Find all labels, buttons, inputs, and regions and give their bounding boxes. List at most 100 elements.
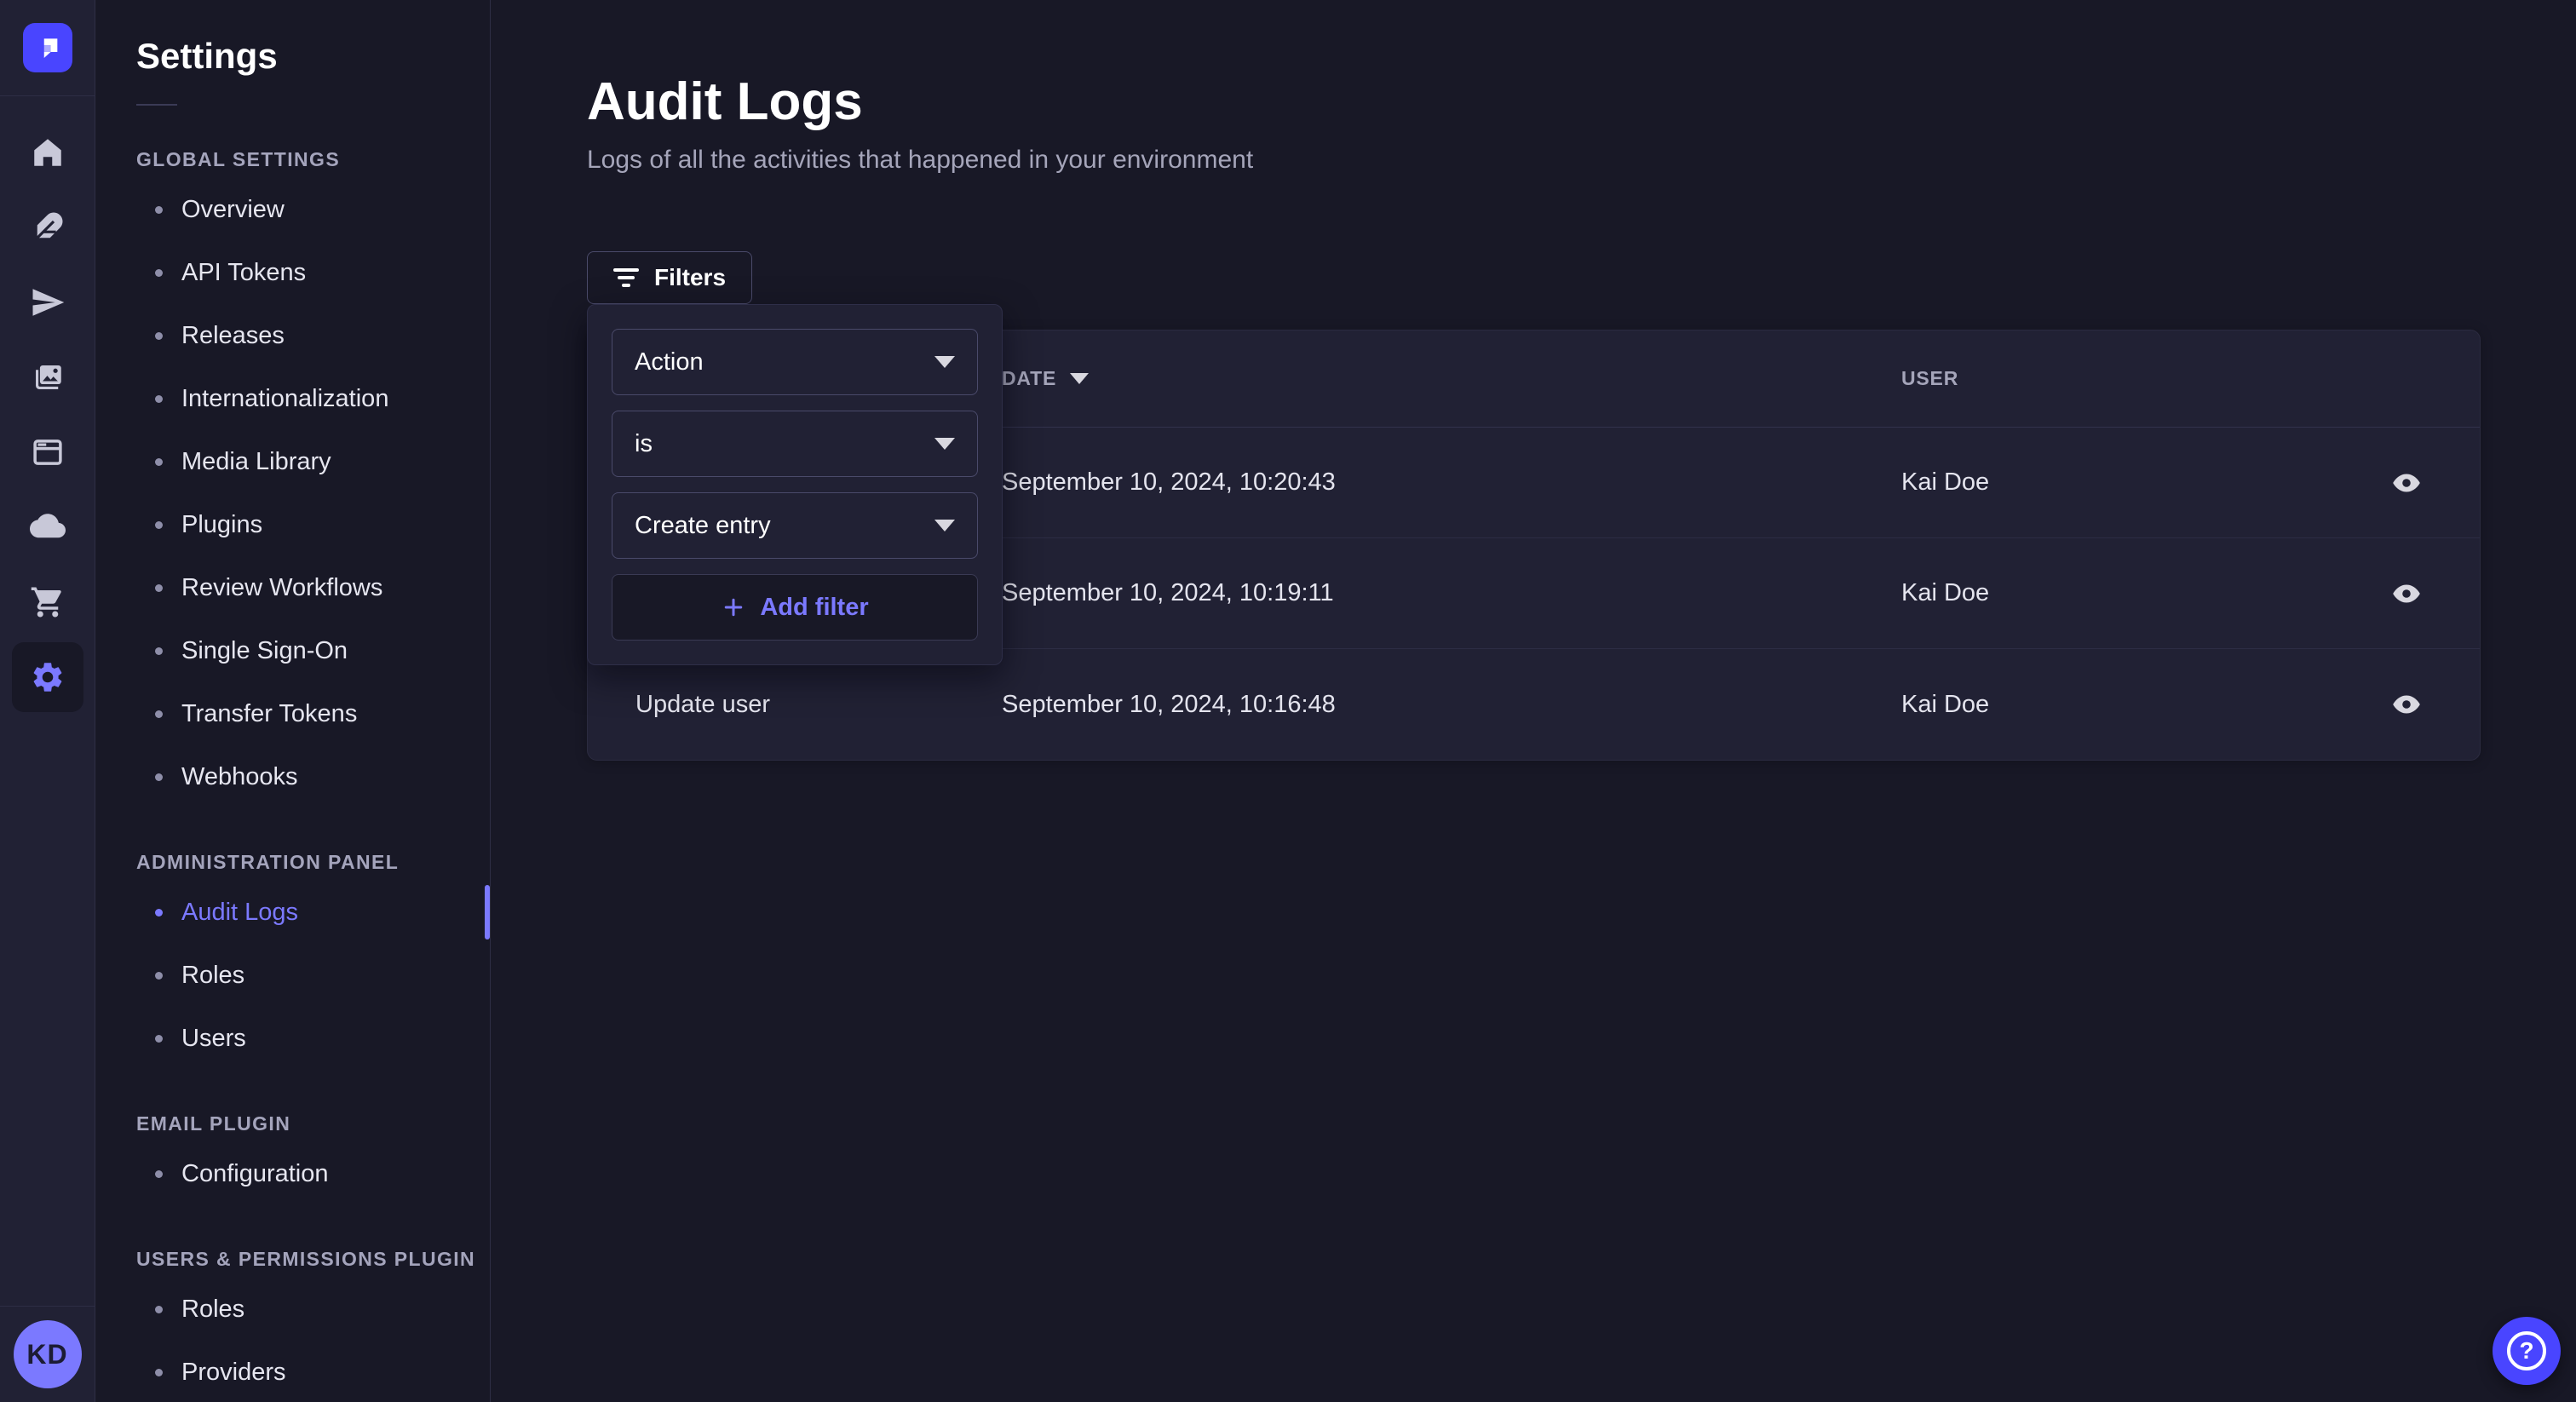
cell-action: Update user — [635, 691, 1002, 719]
bullet-icon — [155, 584, 163, 592]
nav-media-library[interactable] — [0, 340, 95, 415]
nav-marketplace[interactable] — [0, 565, 95, 640]
sidebar-item-label: Audit Logs — [181, 899, 298, 927]
feather-icon — [30, 210, 66, 245]
sidebar-item-up-providers[interactable]: Providers — [136, 1341, 490, 1402]
header-date[interactable]: DATE — [1002, 367, 1901, 390]
settings-sidebar: Settings GLOBAL SETTINGS Overview API To… — [95, 0, 491, 1402]
nav-content-manager[interactable] — [0, 415, 95, 490]
nav-deploy[interactable] — [0, 265, 95, 340]
sidebar-item-overview[interactable]: Overview — [136, 178, 490, 241]
add-filter-button[interactable]: Add filter — [612, 574, 978, 641]
sidebar-item-admin-roles[interactable]: Roles — [136, 944, 490, 1007]
sidebar-item-label: Single Sign-On — [181, 637, 348, 665]
sidebar-item-label: Configuration — [181, 1160, 329, 1188]
view-log-button[interactable] — [2381, 568, 2432, 619]
header-date-label: DATE — [1002, 367, 1056, 390]
nav-settings[interactable] — [0, 640, 95, 715]
nav-content-type-builder[interactable] — [0, 190, 95, 265]
app-root: KD Settings GLOBAL SETTINGS Overview API… — [0, 0, 2576, 1402]
bullet-icon — [155, 647, 163, 655]
bullet-icon — [155, 773, 163, 781]
cell-user: Kai Doe — [1901, 579, 2350, 607]
cell-user: Kai Doe — [1901, 468, 2350, 497]
sidebar-item-configuration[interactable]: Configuration — [136, 1142, 490, 1205]
sidebar-item-label: Roles — [181, 962, 244, 990]
section-email-plugin: EMAIL PLUGIN — [136, 1112, 490, 1135]
nav-cloud[interactable] — [0, 490, 95, 565]
sidebar-item-api-tokens[interactable]: API Tokens — [136, 241, 490, 304]
main-content: Audit Logs Logs of all the activities th… — [491, 0, 2576, 1402]
logo-area[interactable] — [0, 0, 95, 96]
active-nav-tile — [12, 642, 83, 712]
sidebar-item-admin-users[interactable]: Users — [136, 1007, 490, 1070]
sidebar-title: Settings — [136, 36, 490, 77]
layout-icon — [30, 434, 66, 470]
global-settings-list: Overview API Tokens Releases Internation… — [136, 178, 490, 808]
sidebar-item-review-workflows[interactable]: Review Workflows — [136, 556, 490, 619]
section-global-settings: GLOBAL SETTINGS — [136, 148, 490, 171]
eye-icon — [2391, 468, 2422, 498]
cloud-icon — [30, 509, 66, 545]
cart-icon — [30, 584, 66, 620]
sidebar-item-label: Internationalization — [181, 385, 388, 413]
add-filter-label: Add filter — [760, 594, 868, 622]
question-mark-icon: ? — [2507, 1331, 2546, 1370]
filter-value-value: Create entry — [635, 512, 771, 540]
sidebar-item-audit-logs[interactable]: Audit Logs — [136, 881, 490, 944]
sidebar-item-media-library[interactable]: Media Library — [136, 430, 490, 493]
sidebar-item-single-sign-on[interactable]: Single Sign-On — [136, 619, 490, 682]
cell-date: September 10, 2024, 10:19:11 — [1002, 579, 1901, 607]
sidebar-item-label: Providers — [181, 1359, 286, 1387]
plus-icon — [721, 595, 746, 620]
eye-icon — [2391, 578, 2422, 609]
chevron-down-icon — [934, 356, 955, 368]
cell-user: Kai Doe — [1901, 691, 2350, 719]
sidebar-item-label: Releases — [181, 322, 285, 350]
paper-plane-icon — [30, 284, 66, 320]
sidebar-item-label: Media Library — [181, 448, 331, 476]
filter-operator-value: is — [635, 430, 653, 458]
filter-icon — [613, 268, 639, 287]
sidebar-item-webhooks[interactable]: Webhooks — [136, 745, 490, 808]
bullet-icon — [155, 1170, 163, 1178]
filter-operator-select[interactable]: is — [612, 411, 978, 477]
sidebar-item-label: Users — [181, 1025, 246, 1053]
nav-home[interactable] — [0, 115, 95, 190]
cell-date: September 10, 2024, 10:16:48 — [1002, 691, 1901, 719]
view-log-button[interactable] — [2381, 457, 2432, 509]
home-icon — [30, 135, 66, 170]
bullet-icon — [155, 710, 163, 718]
sidebar-item-label: Overview — [181, 196, 285, 224]
chevron-down-icon — [934, 438, 955, 450]
sidebar-item-plugins[interactable]: Plugins — [136, 493, 490, 556]
help-button[interactable]: ? — [2493, 1317, 2561, 1385]
bullet-icon — [155, 458, 163, 466]
user-avatar[interactable]: KD — [14, 1320, 82, 1388]
page-title: Audit Logs — [587, 72, 2576, 132]
bullet-icon — [155, 1369, 163, 1376]
cell-date: September 10, 2024, 10:20:43 — [1002, 468, 1901, 497]
header-user: USER — [1901, 367, 2350, 390]
sidebar-item-up-roles[interactable]: Roles — [136, 1278, 490, 1341]
bullet-icon — [155, 1035, 163, 1043]
sidebar-item-releases[interactable]: Releases — [136, 304, 490, 367]
bullet-icon — [155, 521, 163, 529]
chevron-down-icon — [934, 520, 955, 531]
filter-field-select[interactable]: Action — [612, 329, 978, 395]
title-divider — [136, 104, 177, 106]
sidebar-item-internationalization[interactable]: Internationalization — [136, 367, 490, 430]
sidebar-item-label: Plugins — [181, 511, 262, 539]
bullet-icon — [155, 206, 163, 214]
table-row[interactable]: Update user September 10, 2024, 10:16:48… — [588, 649, 2480, 760]
view-log-button[interactable] — [2381, 679, 2432, 730]
sidebar-item-transfer-tokens[interactable]: Transfer Tokens — [136, 682, 490, 745]
section-administration-panel: ADMINISTRATION PANEL — [136, 851, 490, 874]
filter-field-value: Action — [635, 348, 704, 376]
section-users-permissions-plugin: USERS & PERMISSIONS PLUGIN — [136, 1248, 490, 1271]
strapi-logo-icon — [23, 23, 72, 72]
sidebar-item-label: Roles — [181, 1296, 244, 1324]
filter-popover: Action is Create entry Add filter — [587, 304, 1003, 665]
filters-button[interactable]: Filters — [587, 251, 752, 304]
filter-value-select[interactable]: Create entry — [612, 492, 978, 559]
